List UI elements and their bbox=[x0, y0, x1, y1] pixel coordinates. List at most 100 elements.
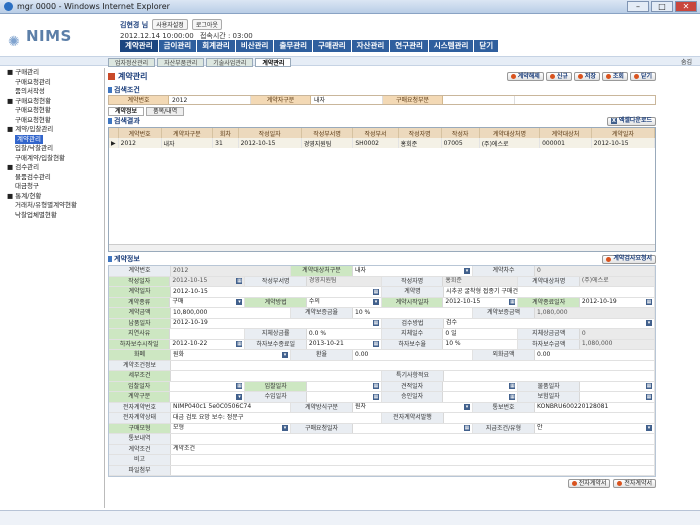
sidebar-item-11[interactable]: 물품검수관리 bbox=[5, 173, 104, 183]
action-button-0[interactable]: 계약해제 bbox=[506, 72, 544, 81]
user-settings-button[interactable]: 사용자설정 bbox=[152, 19, 188, 30]
menu-4[interactable]: 출무관리 bbox=[274, 40, 314, 52]
field-value[interactable] bbox=[171, 360, 655, 370]
field-value[interactable] bbox=[171, 371, 382, 381]
field-value[interactable]: (주)에스로 bbox=[579, 276, 655, 286]
field-value[interactable]: 0 bbox=[535, 266, 655, 276]
grid-cell[interactable]: 홍회준 bbox=[398, 138, 442, 148]
chevron-down-icon[interactable]: ▾ bbox=[282, 425, 288, 432]
sidebar-item-14[interactable]: 거래처/유형별계약현황 bbox=[5, 201, 104, 211]
calendar-icon[interactable]: ▦ bbox=[372, 341, 379, 348]
field-value[interactable] bbox=[170, 329, 246, 339]
field-value[interactable]: ▾ bbox=[170, 392, 246, 402]
field-value[interactable]: ▦ bbox=[443, 381, 519, 391]
field-value[interactable]: ▦ bbox=[579, 392, 655, 402]
menu-0[interactable]: 계약관리 bbox=[120, 40, 159, 52]
menu-9[interactable]: 닫기 bbox=[474, 40, 500, 52]
grid-cell[interactable]: 2012-10-15 bbox=[238, 138, 302, 148]
chevron-down-icon[interactable]: ▾ bbox=[464, 404, 470, 411]
chevron-down-icon[interactable]: ▾ bbox=[236, 299, 243, 306]
grid-cell[interactable]: 2012 bbox=[118, 138, 162, 148]
sidebar-item-8[interactable]: 입찰/낙찰관리 bbox=[5, 144, 104, 154]
field-value[interactable]: 0.0 % bbox=[306, 329, 382, 339]
field-value[interactable]: 2013-10-21 ▦ bbox=[306, 339, 382, 349]
field-value[interactable]: 계약조건 bbox=[171, 444, 655, 454]
sidebar-item-3[interactable]: ■ 구매요청현황 bbox=[5, 97, 104, 107]
calendar-icon[interactable]: ▦ bbox=[645, 383, 652, 390]
calendar-icon[interactable]: ▦ bbox=[509, 299, 516, 306]
field-value[interactable]: 2012-10-19 ▦ bbox=[579, 297, 655, 307]
calendar-icon[interactable]: ▦ bbox=[372, 393, 379, 400]
sidebar-item-6[interactable]: ■ 계약/입찰관리 bbox=[5, 125, 104, 135]
action-button-4[interactable]: 닫기 bbox=[629, 72, 656, 81]
bottom-button-1[interactable]: 전자계약서 bbox=[613, 479, 656, 488]
field-value[interactable]: 검수 ▾ bbox=[444, 318, 655, 328]
grid-cell[interactable]: (주)에스로 bbox=[479, 138, 541, 148]
sidebar-item-4[interactable]: 구매요청현황 bbox=[5, 106, 104, 116]
field-value[interactable] bbox=[444, 413, 655, 423]
chevron-down-icon[interactable]: ▾ bbox=[236, 393, 243, 400]
sidebar-item-15[interactable]: 낙찰업체별현황 bbox=[5, 211, 104, 221]
menu-8[interactable]: 시스템관리 bbox=[428, 40, 475, 52]
field-value[interactable]: 10 % bbox=[353, 308, 473, 318]
tab-3[interactable]: 계약관리 bbox=[255, 58, 292, 67]
chevron-down-icon[interactable]: ▾ bbox=[282, 351, 288, 358]
grid-scrollbar[interactable] bbox=[109, 244, 655, 251]
menu-6[interactable]: 자산관리 bbox=[351, 40, 391, 52]
sidebar-item-13[interactable]: ■ 통계/현황 bbox=[5, 192, 104, 202]
sidebar-item-1[interactable]: 구매요청관리 bbox=[5, 78, 104, 88]
menu-5[interactable]: 구매관리 bbox=[313, 40, 352, 52]
field-value[interactable] bbox=[444, 371, 655, 381]
field-value[interactable] bbox=[171, 465, 655, 475]
field-value[interactable]: 모형 ▾ bbox=[171, 423, 291, 433]
action-button-1[interactable]: 신규 bbox=[545, 72, 572, 81]
table-row[interactable]: ▶ 2012 내자 31 2012-10-15 경영지원팀 SH0002 홍회준 07005 (주… bbox=[109, 138, 656, 148]
field-value[interactable]: 대금 검토 요망 보수: 정문구 bbox=[171, 413, 382, 423]
field-value[interactable]: ▦ bbox=[306, 381, 382, 391]
sidebar-item-0[interactable]: ■ 구매관리 bbox=[5, 68, 104, 78]
grid-cell[interactable]: SH0002 bbox=[352, 138, 399, 148]
field-value[interactable] bbox=[171, 455, 655, 465]
calendar-icon[interactable]: ▦ bbox=[372, 383, 379, 390]
action-button-2[interactable]: 저장 bbox=[573, 72, 600, 81]
field-value[interactable]: 2012-10-19 ▦ bbox=[171, 318, 382, 328]
grid-cell[interactable]: 2012-10-15 bbox=[591, 138, 656, 148]
field-value[interactable]: 0.00 bbox=[353, 350, 473, 360]
calendar-icon[interactable]: ▦ bbox=[509, 383, 516, 390]
field-value[interactable]: 수의 ▾ bbox=[306, 297, 382, 307]
tab-1[interactable]: 자산부품관리 bbox=[157, 58, 205, 67]
field-value[interactable] bbox=[171, 434, 655, 444]
contract-no-input[interactable]: 2012 bbox=[169, 96, 251, 104]
chevron-down-icon[interactable]: ▾ bbox=[372, 299, 379, 306]
menu-3[interactable]: 비산관리 bbox=[235, 40, 275, 52]
field-value[interactable]: NIMP040c1 5e0C0506C74 bbox=[171, 402, 291, 412]
action-button-3[interactable]: 조회 bbox=[601, 72, 628, 81]
field-value[interactable]: 1,080,000 bbox=[579, 339, 655, 349]
field-value[interactable]: 원화 ▾ bbox=[171, 350, 291, 360]
field-value[interactable]: 2012 bbox=[171, 266, 291, 276]
field-value[interactable]: 내자 ▾ bbox=[353, 266, 473, 276]
hide-toggle[interactable]: 숨김 bbox=[681, 57, 692, 66]
sidebar-item-2[interactable]: 품의서작성 bbox=[5, 87, 104, 97]
request-dept-input[interactable] bbox=[443, 96, 515, 104]
field-value[interactable]: 2012-10-15 ▦ bbox=[443, 297, 519, 307]
menu-1[interactable]: 금이관리 bbox=[158, 40, 198, 52]
excel-download-button[interactable]: X 엑셀다운로드 bbox=[606, 116, 656, 126]
sidebar-item-5[interactable]: 구매요청현황 bbox=[5, 116, 104, 126]
bottom-button-0[interactable]: 전자계약서 bbox=[567, 479, 611, 488]
field-value[interactable]: 안 ▾ bbox=[535, 423, 655, 433]
grid-cell[interactable]: 내자 bbox=[161, 138, 214, 148]
field-value[interactable]: 경영지원팀 bbox=[306, 276, 382, 286]
grid-cell[interactable]: 000001 bbox=[539, 138, 592, 148]
close-button[interactable]: ✕ bbox=[675, 1, 697, 12]
calendar-icon[interactable]: ▦ bbox=[373, 320, 379, 327]
field-value[interactable]: 10,800,000 bbox=[171, 308, 291, 318]
inspection-request-button[interactable]: 계약검사요청서 bbox=[602, 254, 656, 264]
grid-cell[interactable]: 경영지원팀 bbox=[301, 138, 354, 148]
sidebar-item-9[interactable]: 구매계약/입찰현황 bbox=[5, 154, 104, 164]
sidebar-item-12[interactable]: 대금청구 bbox=[5, 182, 104, 192]
field-value[interactable]: 10 % bbox=[443, 339, 519, 349]
field-value[interactable]: ▦ bbox=[170, 381, 246, 391]
field-value[interactable]: ▦ bbox=[353, 423, 473, 433]
calendar-icon[interactable]: ▦ bbox=[645, 393, 652, 400]
